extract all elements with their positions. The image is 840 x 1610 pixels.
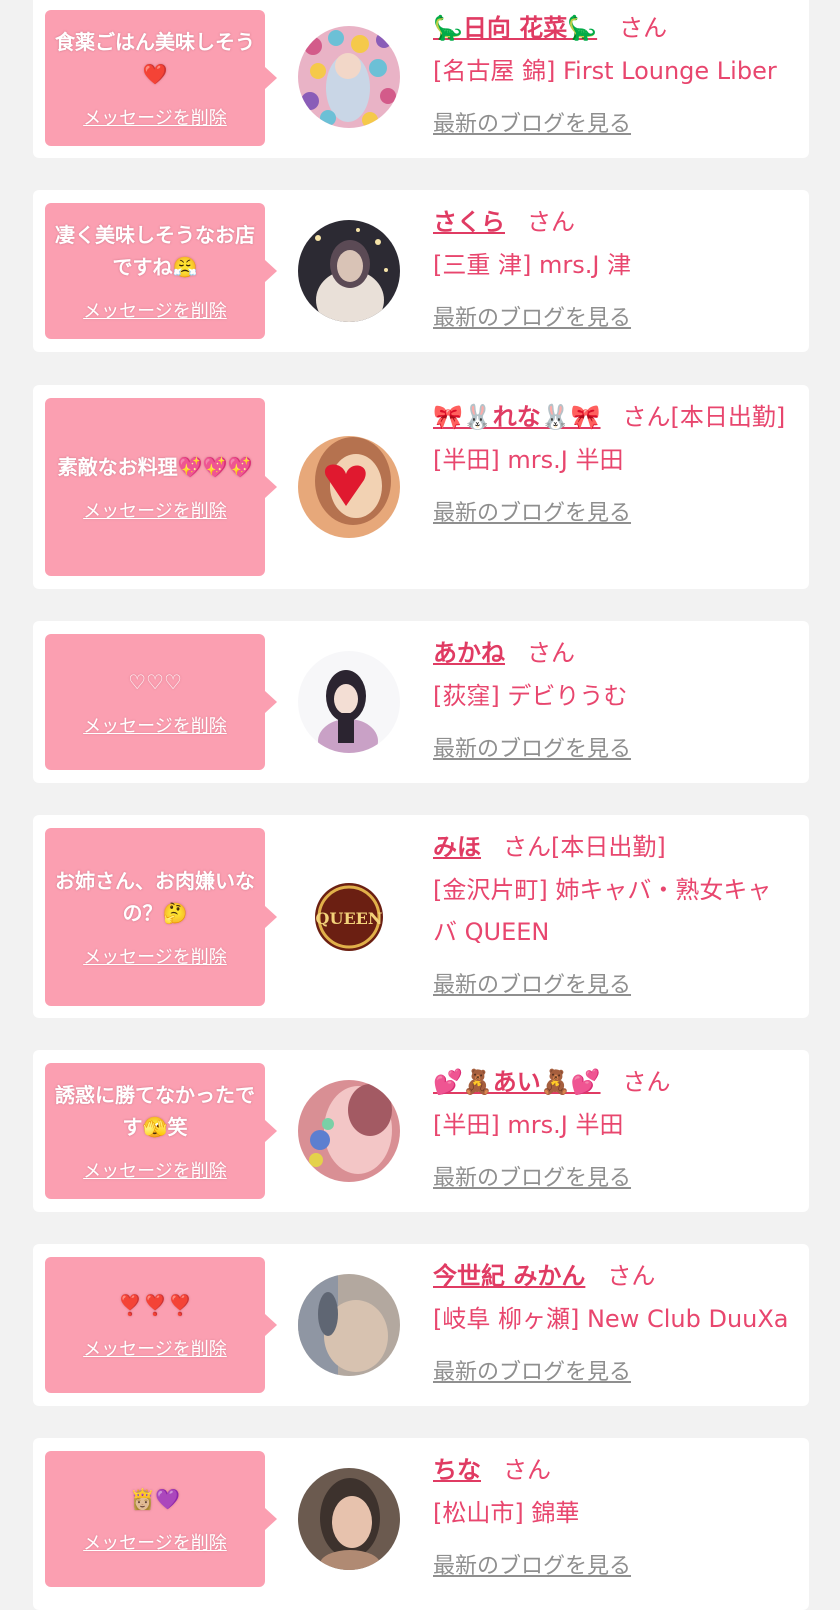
message-card: 素敵なお料理💖💖💖 メッセージを削除 🎀🐰れな🐰🎀 さん[本日出勤] [半田] m… — [33, 385, 809, 589]
shop-label: [松山市] 錦華 — [433, 1499, 580, 1527]
message-text: 👸🏼💜 — [130, 1487, 180, 1511]
cast-info: 今世紀 みかん さん [岐阜 柳ヶ瀬] New Club DuuXa 最新のブログ… — [433, 1256, 793, 1386]
cast-name-link[interactable]: あかね — [433, 639, 505, 667]
delete-message-link[interactable]: メッセージを削除 — [83, 943, 227, 969]
latest-blog-link[interactable]: 最新のブログを見る — [433, 106, 631, 138]
message-text: 素敵なお料理💖💖💖 — [57, 455, 253, 479]
cast-name-link[interactable]: 🦕日向 花菜🦕 — [433, 14, 597, 42]
latest-blog-link[interactable]: 最新のブログを見る — [433, 1548, 631, 1580]
message-bubble: ❣️❣️❣️ メッセージを削除 — [45, 1257, 277, 1393]
avatar[interactable] — [298, 1080, 400, 1182]
message-card: 誘惑に勝てなかったです🫣笑 メッセージを削除 💕🧸あい🧸💕 さん [半田] mrs… — [33, 1050, 809, 1212]
avatar[interactable] — [298, 651, 400, 753]
cast-name-link[interactable]: 今世紀 みかん — [433, 1262, 585, 1290]
delete-message-link[interactable]: メッセージを削除 — [83, 1157, 227, 1183]
avatar[interactable]: QUEEN — [298, 866, 400, 968]
cast-info: あかね さん [荻窪] デビりうむ 最新のブログを見る — [433, 633, 793, 763]
delete-message-link[interactable]: メッセージを削除 — [83, 1529, 227, 1555]
latest-blog-link[interactable]: 最新のブログを見る — [433, 300, 631, 332]
cast-info: 🦕日向 花菜🦕 さん [名古屋 錦] First Lounge Liber 最新の… — [433, 8, 793, 138]
cast-info: 🎀🐰れな🐰🎀 さん[本日出勤] [半田] mrs.J 半田 最新のブログを見る — [433, 397, 793, 527]
shop-label: [半田] mrs.J 半田 — [433, 1111, 624, 1139]
queen-logo-text: QUEEN — [316, 909, 383, 928]
message-bubble: 凄く美味しそうなお店ですね😤 メッセージを削除 — [45, 203, 277, 339]
shop-label: [荻窪] デビりうむ — [433, 682, 628, 710]
message-card: 凄く美味しそうなお店ですね😤 メッセージを削除 さくら さん [三重 津] mrs… — [33, 190, 809, 352]
cast-info: 💕🧸あい🧸💕 さん [半田] mrs.J 半田 最新のブログを見る — [433, 1062, 793, 1192]
avatar[interactable] — [298, 220, 400, 322]
message-text: 誘惑に勝てなかったです🫣笑 — [55, 1083, 255, 1139]
shop-label: [金沢片町] 姉キャバ・熟女キャバ QUEEN — [433, 876, 772, 946]
cast-info: ちな さん [松山市] 錦華 最新のブログを見る — [433, 1450, 793, 1580]
message-text: ♡♡♡ — [128, 670, 182, 694]
delete-message-link[interactable]: メッセージを削除 — [83, 1335, 227, 1361]
delete-message-link[interactable]: メッセージを削除 — [83, 297, 227, 323]
message-bubble: 👸🏼💜 メッセージを削除 — [45, 1451, 277, 1587]
cast-name-link[interactable]: 🎀🐰れな🐰🎀 — [433, 403, 601, 431]
cast-name-link[interactable]: 💕🧸あい🧸💕 — [433, 1068, 601, 1096]
message-card: 食薬ごはん美味しそう❤️ メッセージを削除 🦕日向 花菜🦕 さん [名古屋 錦] … — [33, 0, 809, 158]
honorific: さん — [619, 14, 668, 42]
cast-info: さくら さん [三重 津] mrs.J 津 最新のブログを見る — [433, 202, 793, 332]
avatar[interactable] — [298, 1274, 400, 1376]
latest-blog-link[interactable]: 最新のブログを見る — [433, 731, 631, 763]
shop-label: [半田] mrs.J 半田 — [433, 446, 624, 474]
message-text: お姉さん、お肉嫌いなの？🤔 — [55, 869, 255, 925]
message-card: お姉さん、お肉嫌いなの？🤔 メッセージを削除 QUEEN みほ さん[本日出勤] … — [33, 815, 809, 1018]
message-text: ❣️❣️❣️ — [117, 1293, 193, 1317]
honorific: さん — [527, 208, 575, 236]
shop-label: [岐阜 柳ヶ瀬] New Club DuuXa — [433, 1305, 789, 1333]
message-bubble: ♡♡♡ メッセージを削除 — [45, 634, 277, 770]
shop-label: [三重 津] mrs.J 津 — [433, 251, 632, 279]
message-text: 凄く美味しそうなお店ですね😤 — [55, 223, 255, 279]
cast-name-link[interactable]: さくら — [433, 208, 505, 236]
delete-message-link[interactable]: メッセージを削除 — [83, 497, 227, 523]
cast-name-link[interactable]: みほ — [433, 833, 481, 861]
honorific: さん — [607, 1262, 656, 1290]
honorific: さん — [503, 1456, 551, 1484]
avatar[interactable] — [298, 26, 400, 128]
message-text: 食薬ごはん美味しそう❤️ — [55, 30, 255, 86]
message-bubble: 食薬ごはん美味しそう❤️ メッセージを削除 — [45, 10, 277, 146]
latest-blog-link[interactable]: 最新のブログを見る — [433, 495, 631, 527]
honorific: さん — [527, 639, 575, 667]
message-bubble: 素敵なお料理💖💖💖 メッセージを削除 — [45, 398, 277, 576]
honorific: さん[本日出勤] — [622, 403, 786, 431]
shop-label: [名古屋 錦] First Lounge Liber — [433, 57, 777, 85]
message-card: 👸🏼💜 メッセージを削除 ちな さん [松山市] 錦華 最新のブログを見る — [33, 1438, 809, 1610]
avatar[interactable] — [298, 1468, 400, 1570]
latest-blog-link[interactable]: 最新のブログを見る — [433, 967, 631, 999]
latest-blog-link[interactable]: 最新のブログを見る — [433, 1160, 631, 1192]
latest-blog-link[interactable]: 最新のブログを見る — [433, 1354, 631, 1386]
avatar[interactable] — [298, 436, 400, 538]
cast-info: みほ さん[本日出勤] [金沢片町] 姉キャバ・熟女キャバ QUEEN 最新のブロ… — [433, 827, 793, 999]
message-bubble: お姉さん、お肉嫌いなの？🤔 メッセージを削除 — [45, 828, 277, 1006]
delete-message-link[interactable]: メッセージを削除 — [83, 104, 227, 130]
honorific: さん[本日出勤] — [503, 833, 666, 861]
message-card: ❣️❣️❣️ メッセージを削除 今世紀 みかん さん [岐阜 柳ヶ瀬] New C… — [33, 1244, 809, 1406]
message-card: ♡♡♡ メッセージを削除 あかね さん [荻窪] デビりうむ 最新のブログを見る — [33, 621, 809, 783]
cast-name-link[interactable]: ちな — [433, 1456, 481, 1484]
delete-message-link[interactable]: メッセージを削除 — [83, 712, 227, 738]
message-bubble: 誘惑に勝てなかったです🫣笑 メッセージを削除 — [45, 1063, 277, 1199]
honorific: さん — [622, 1068, 671, 1096]
